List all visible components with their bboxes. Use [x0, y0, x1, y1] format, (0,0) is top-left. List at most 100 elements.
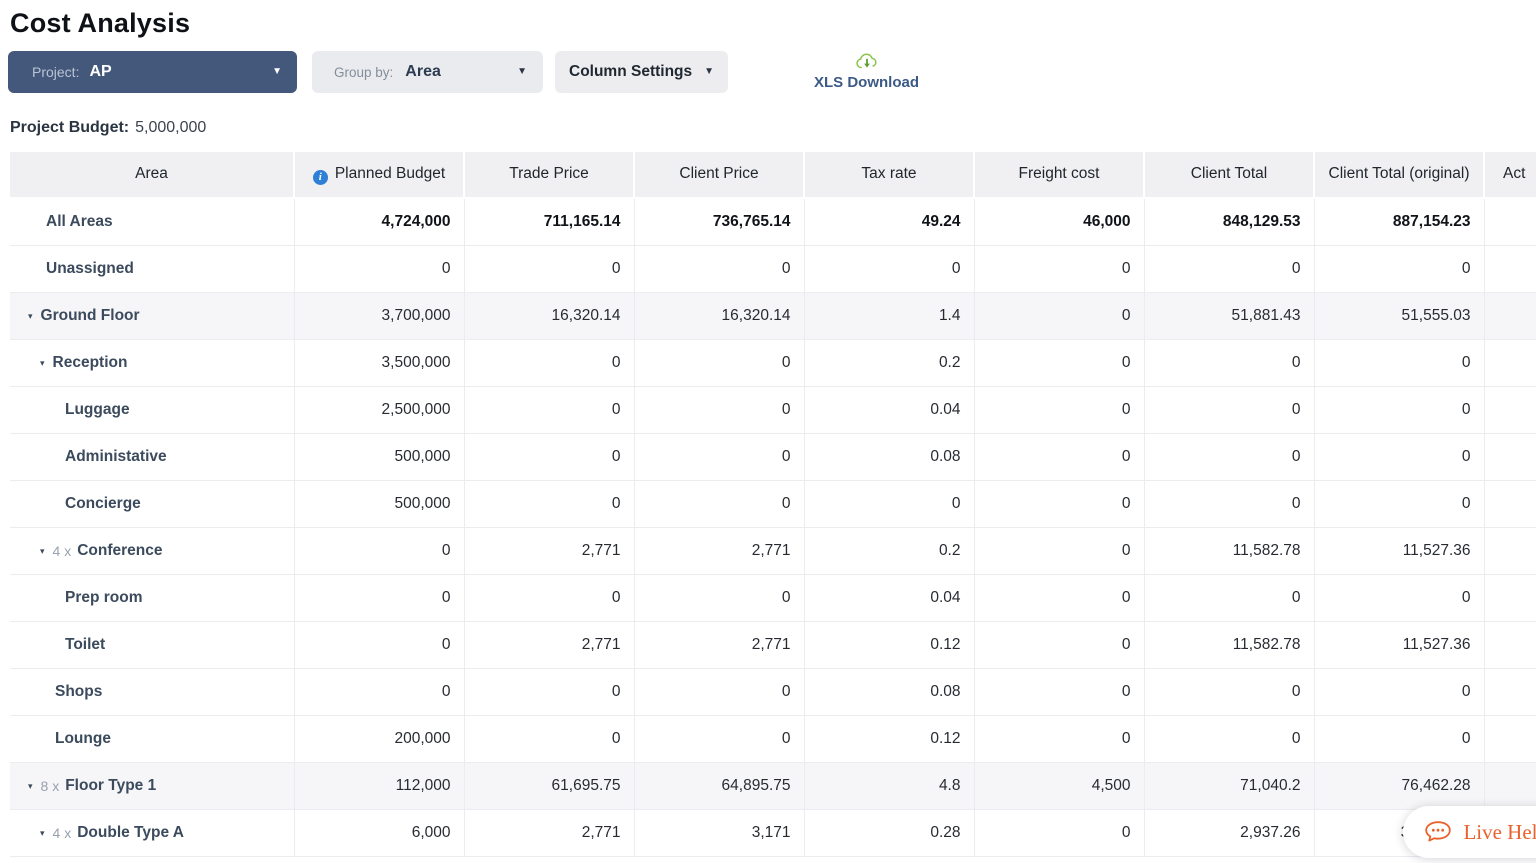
column-settings-label: Column Settings [569, 63, 692, 81]
value-cell: 0 [974, 340, 1144, 387]
value-cell: 11,527.36 [1314, 622, 1484, 669]
value-cell: 0 [1314, 716, 1484, 763]
page-title: Cost Analysis [10, 8, 1536, 39]
value-cell: 4,500 [974, 763, 1144, 810]
project-budget: Project Budget: 5,000,000 [10, 119, 1536, 137]
area-label: Toilet [65, 636, 105, 654]
value-cell: 0 [1144, 575, 1314, 622]
expand-caret-icon[interactable]: ▾ [28, 781, 33, 792]
cloud-download-icon [855, 53, 879, 71]
area-label: Unassigned [46, 260, 134, 278]
column-header-label: Planned Budget [335, 165, 445, 182]
group-by-dropdown-value: Area [405, 63, 441, 81]
area-cell: ▾4 xConference [10, 528, 294, 575]
value-cell: 848,129.53 [1144, 198, 1314, 246]
value-cell: 0.12 [804, 716, 974, 763]
value-cell: 0.2 [804, 340, 974, 387]
group-by-dropdown[interactable]: Group by: Area ▼ [312, 51, 543, 93]
value-cell: 0 [1314, 481, 1484, 528]
area-cell: All Areas [10, 198, 294, 246]
table-row: ▾8 xFloor Type 1112,00061,695.7564,895.7… [10, 763, 1536, 810]
value-cell: 4,724,000 [294, 198, 464, 246]
column-header-act: Act [1484, 152, 1536, 198]
project-dropdown-value: AP [89, 63, 111, 81]
column-header-client-price: Client Price [634, 152, 804, 198]
actual-cell [1484, 669, 1536, 716]
value-cell: 3,700,000 [294, 293, 464, 340]
column-header-label: Client Price [679, 165, 758, 182]
xls-download-link[interactable]: XLS Download [814, 51, 919, 93]
value-cell: 500,000 [294, 481, 464, 528]
project-dropdown-label: Project: [32, 64, 79, 80]
value-cell: 0 [1314, 575, 1484, 622]
project-budget-label: Project Budget: [10, 119, 129, 136]
value-cell: 0 [464, 481, 634, 528]
chevron-down-icon: ▼ [704, 67, 714, 77]
value-cell: 46,000 [974, 198, 1144, 246]
expand-caret-icon[interactable]: ▾ [28, 311, 33, 322]
value-cell: 0.08 [804, 434, 974, 481]
value-cell: 0 [1314, 669, 1484, 716]
value-cell: 64,895.75 [634, 763, 804, 810]
value-cell: 4.8 [804, 763, 974, 810]
value-cell: 0 [1314, 387, 1484, 434]
value-cell: 0 [464, 246, 634, 293]
live-help-label: Live Help [1463, 820, 1536, 845]
value-cell: 0 [974, 528, 1144, 575]
chevron-down-icon: ▼ [272, 67, 282, 77]
table-row: Shops0000.08000 [10, 669, 1536, 716]
value-cell: 887,154.23 [1314, 198, 1484, 246]
value-cell: 0 [974, 716, 1144, 763]
value-cell: 16,320.14 [464, 293, 634, 340]
area-label: Prep room [65, 589, 143, 607]
value-cell: 0 [294, 575, 464, 622]
value-cell: 0.2 [804, 528, 974, 575]
value-cell: 49.24 [804, 198, 974, 246]
value-cell: 0 [974, 387, 1144, 434]
column-header-tax-rate: Tax rate [804, 152, 974, 198]
value-cell: 0 [1144, 716, 1314, 763]
project-budget-value: 5,000,000 [135, 119, 206, 136]
column-header-label: Freight cost [1019, 165, 1100, 182]
expand-caret-icon[interactable]: ▾ [40, 828, 45, 839]
table-row: ▾4 xConference02,7712,7710.2011,582.7811… [10, 528, 1536, 575]
actual-cell [1484, 763, 1536, 810]
value-cell: 0 [804, 246, 974, 293]
quantity-prefix: 4 x [53, 543, 72, 559]
area-cell: ▾8 xFloor Type 1 [10, 763, 294, 810]
column-header-label: Client Total [1191, 165, 1267, 182]
project-dropdown[interactable]: Project: AP ▼ [8, 51, 297, 93]
area-cell: ▾Reception [10, 340, 294, 387]
column-header-freight-cost: Freight cost [974, 152, 1144, 198]
table-row: ▾Ground Floor3,700,00016,320.1416,320.14… [10, 293, 1536, 340]
value-cell: 2,771 [634, 528, 804, 575]
value-cell: 0 [974, 293, 1144, 340]
column-header-client-total-original-: Client Total (original) [1314, 152, 1484, 198]
value-cell: 0 [974, 481, 1144, 528]
value-cell: 16,320.14 [634, 293, 804, 340]
value-cell: 0 [974, 669, 1144, 716]
actual-cell [1484, 434, 1536, 481]
value-cell: 0.08 [804, 669, 974, 716]
actual-cell [1484, 528, 1536, 575]
value-cell: 0 [294, 528, 464, 575]
expand-caret-icon[interactable]: ▾ [40, 546, 45, 557]
quantity-prefix: 4 x [53, 825, 72, 841]
column-settings-dropdown[interactable]: Column Settings ▼ [555, 51, 728, 93]
column-header-trade-price: Trade Price [464, 152, 634, 198]
expand-caret-icon[interactable]: ▾ [40, 358, 45, 369]
live-help-button[interactable]: Live Help [1403, 806, 1536, 858]
info-icon[interactable]: i [313, 170, 328, 185]
value-cell: 0.28 [804, 810, 974, 857]
value-cell: 0 [634, 434, 804, 481]
table-row: Luggage2,500,000000.04000 [10, 387, 1536, 434]
chevron-down-icon: ▼ [517, 67, 527, 77]
value-cell: 11,582.78 [1144, 528, 1314, 575]
actual-cell [1484, 716, 1536, 763]
value-cell: 500,000 [294, 434, 464, 481]
value-cell: 0 [294, 622, 464, 669]
value-cell: 51,555.03 [1314, 293, 1484, 340]
table-row: Prep room0000.04000 [10, 575, 1536, 622]
value-cell: 51,881.43 [1144, 293, 1314, 340]
value-cell: 0 [1314, 340, 1484, 387]
